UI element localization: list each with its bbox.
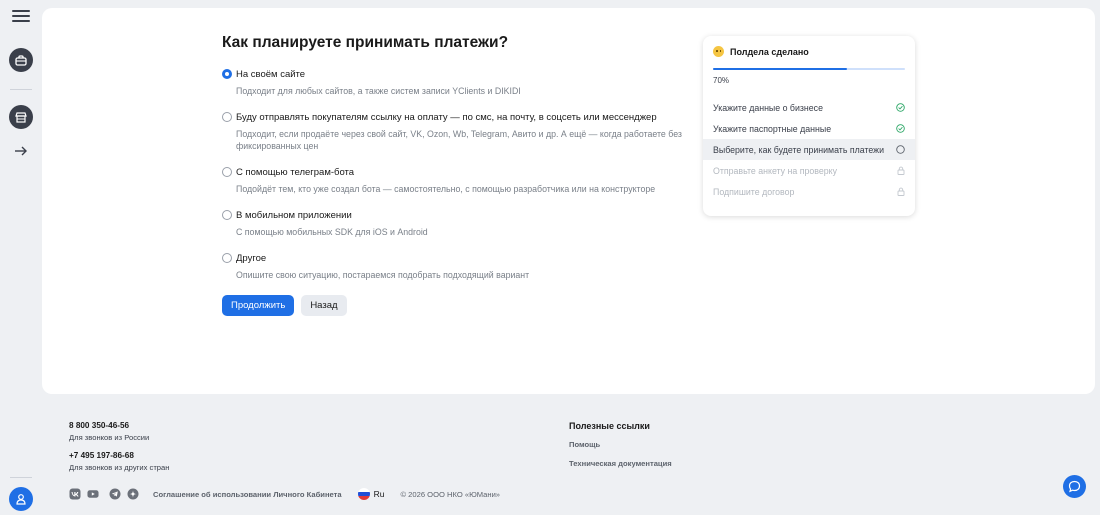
progress-percent: 70% [713, 76, 730, 85]
option-label: На своём сайте [236, 69, 306, 80]
phone-russia[interactable]: 8 800 350-46-56 [69, 421, 129, 430]
language-label: Ru [373, 489, 385, 499]
option-payment-link[interactable]: Буду отправлять покупателям ссылку на оп… [222, 111, 692, 152]
footer-bottom-row: Соглашение об использовании Личного Каби… [69, 488, 500, 500]
option-label: Другое [236, 253, 267, 264]
arrow-right-icon[interactable] [11, 141, 31, 161]
menu-icon[interactable] [11, 8, 31, 24]
help-link[interactable]: Помощь [569, 440, 600, 449]
radio-button[interactable] [222, 167, 232, 177]
radio-button[interactable] [222, 210, 232, 220]
smile-emoji-icon [713, 46, 724, 57]
language-switch[interactable]: Ru [357, 488, 385, 500]
agreement-link[interactable]: Соглашение об использовании Личного Каби… [153, 490, 342, 499]
option-description: Опишите свою ситуацию, постараемся подоб… [236, 270, 530, 280]
option-own-site[interactable]: На своём сайте Подходит для любых сайтов… [222, 68, 692, 97]
option-description: Подходит для любых сайтов, а также систе… [236, 86, 521, 96]
option-mobile-app[interactable]: В мобильном приложении С помощью мобильн… [222, 209, 692, 238]
option-description: С помощью мобильных SDK для iOS и Androi… [236, 227, 428, 237]
step-payment-method[interactable]: Выберите, как будете принимать платежи [703, 139, 915, 160]
footer: 8 800 350-46-56 Для звонков из России +7… [0, 394, 1100, 515]
radio-button[interactable] [222, 69, 232, 79]
progress-bar-fill [713, 68, 848, 70]
option-telegram-bot[interactable]: С помощью телеграм-бота Подойдёт тем, кт… [222, 166, 692, 195]
step-label: Укажите данные о бизнесе [713, 102, 823, 113]
onboarding-progress-card: Полдела сделано 70% Укажите данные о биз… [703, 36, 915, 216]
radio-button[interactable] [222, 112, 232, 122]
payment-method-form: Как планируете принимать платежи? На сво… [222, 34, 692, 316]
continue-button[interactable]: Продолжить [222, 295, 295, 316]
lock-icon [896, 187, 905, 196]
rail-divider [10, 89, 32, 90]
tech-docs-link[interactable]: Техническая документация [569, 459, 672, 468]
store-icon[interactable] [9, 105, 33, 129]
step-label: Подпишите договор [713, 186, 795, 197]
phone-international[interactable]: +7 495 197-86-68 [69, 451, 134, 460]
progress-bar [713, 68, 905, 70]
progress-steps: Укажите данные о бизнесе Укажите паспорт… [703, 97, 915, 202]
phone-russia-note: Для звонков из России [69, 433, 150, 442]
phone-international-note: Для звонков из других стран [69, 463, 170, 472]
option-description: Подходит, если продаёте через свой сайт,… [236, 129, 682, 151]
telegram-icon[interactable] [109, 488, 121, 500]
dzen-icon[interactable] [127, 488, 139, 500]
step-send-form: Отправьте анкету на проверку [703, 160, 915, 181]
option-other[interactable]: Другое Опишите свою ситуацию, постараемс… [222, 252, 692, 281]
step-label: Отправьте анкету на проверку [713, 165, 837, 176]
vk-icon[interactable] [69, 488, 81, 500]
step-label: Укажите паспортные данные [713, 123, 832, 134]
lock-icon [896, 166, 905, 175]
option-label: С помощью телеграм-бота [236, 167, 355, 178]
option-label: Буду отправлять покупателям ссылку на оп… [236, 112, 657, 123]
circle-icon [896, 145, 905, 154]
youtube-icon[interactable] [87, 488, 99, 500]
useful-links-title: Полезные ссылки [569, 421, 650, 431]
russia-flag-icon [357, 488, 370, 500]
progress-header: Полдела сделано [703, 36, 915, 57]
form-title: Как планируете принимать платежи? [222, 34, 509, 51]
back-button[interactable]: Назад [301, 295, 347, 316]
step-business-data[interactable]: Укажите данные о бизнесе [703, 97, 915, 118]
option-description: Подойдёт тем, кто уже создал бота — само… [236, 184, 656, 194]
radio-button[interactable] [222, 253, 232, 263]
check-circle-icon [896, 103, 905, 112]
step-sign-contract: Подпишите договор [703, 181, 915, 202]
chat-support-icon[interactable] [1063, 475, 1086, 498]
copyright: © 2026 ООО НКО «ЮМани» [400, 489, 501, 499]
check-circle-icon [896, 124, 905, 133]
step-label: Выберите, как будете принимать платежи [713, 144, 884, 155]
option-label: В мобильном приложении [236, 210, 352, 221]
main-card: Как планируете принимать платежи? На сво… [42, 8, 1095, 394]
progress-title: Полдела сделано [730, 46, 809, 57]
briefcase-icon[interactable] [9, 48, 33, 72]
form-actions: Продолжить Назад [222, 295, 692, 316]
step-passport-data[interactable]: Укажите паспортные данные [703, 118, 915, 139]
